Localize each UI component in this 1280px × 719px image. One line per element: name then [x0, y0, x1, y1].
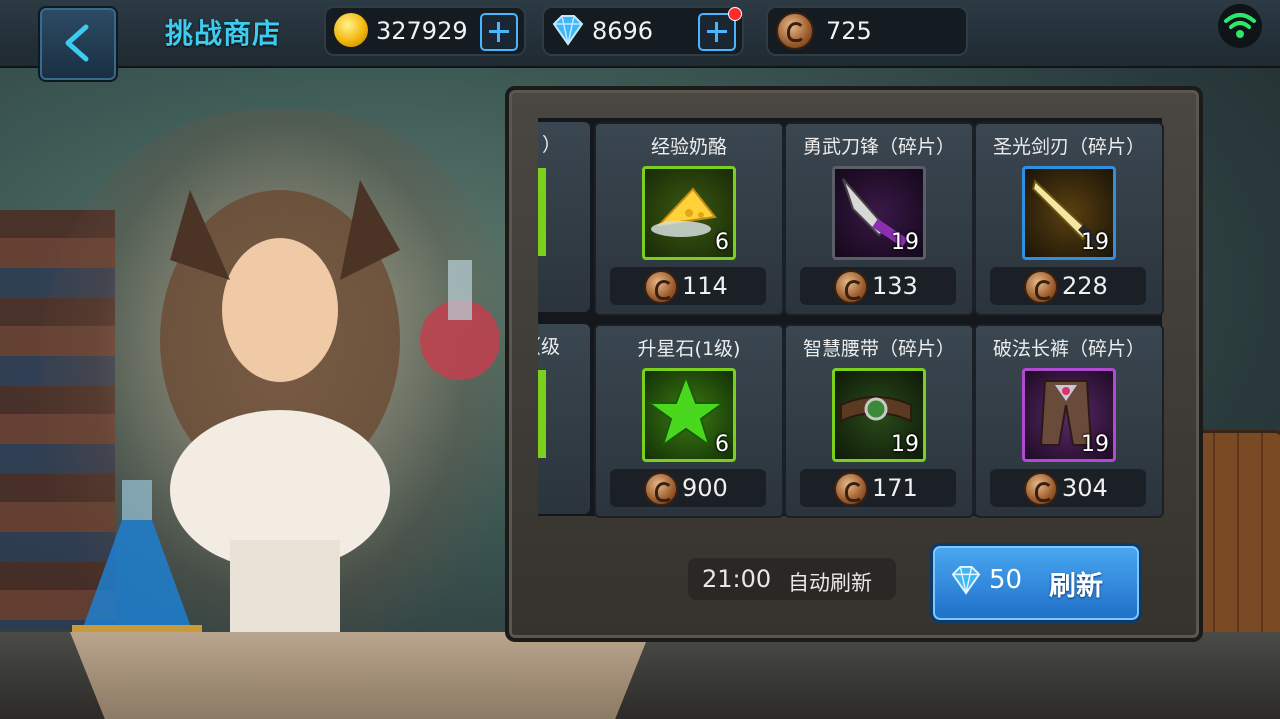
- item-quantity: 19: [891, 432, 919, 457]
- item-quantity: 19: [1081, 230, 1109, 255]
- price-tag: 304: [990, 469, 1146, 507]
- sword-blade-shard-icon: 19: [1022, 166, 1116, 260]
- partial-item-card[interactable]: ）: [538, 122, 590, 312]
- challenge-coin-icon: [1024, 270, 1058, 304]
- item-price: 171: [872, 474, 918, 502]
- challenge-coin-icon: [834, 472, 868, 506]
- item-name: 勇武刀锋（碎片）: [802, 136, 955, 158]
- challenge-coin-icon: [776, 12, 814, 50]
- partial-item-label: 级）: [538, 336, 560, 358]
- auto-refresh-timer: 21:00 自动刷新: [688, 558, 896, 600]
- item-name: 经验奶酪: [650, 136, 727, 158]
- item-price: 228: [1062, 272, 1108, 300]
- challenge-coin-counter: 725: [766, 6, 968, 56]
- auto-refresh-label: 自动刷新: [788, 571, 872, 595]
- price-tag: 228: [990, 267, 1146, 305]
- item-name: 圣光剑刃（碎片）: [992, 136, 1145, 158]
- gold-counter: 327929: [324, 6, 526, 56]
- blade-shard-icon: 19: [832, 166, 926, 260]
- shop-item-card[interactable]: 圣光剑刃（碎片） 19 228: [974, 122, 1164, 316]
- star-stone-icon: 6: [642, 368, 736, 462]
- item-price: 304: [1062, 474, 1108, 502]
- item-name: 升星石(1级): [637, 338, 741, 360]
- challenge-coin-amount: 725: [826, 17, 872, 45]
- partial-item-icon-edge: [538, 168, 546, 256]
- cloth-decoration: [70, 632, 650, 719]
- gold-amount: 327929: [376, 17, 468, 45]
- shop-item-card[interactable]: 智慧腰带（碎片） 19 171: [784, 324, 974, 518]
- diamond-icon: [951, 565, 981, 595]
- price-tag: 133: [800, 267, 956, 305]
- item-quantity: 19: [1081, 432, 1109, 457]
- belt-shard-icon: 19: [832, 368, 926, 462]
- price-tag: 114: [610, 267, 766, 305]
- partial-item-card[interactable]: 级）: [538, 324, 590, 514]
- refresh-cost: 50: [989, 565, 1023, 595]
- price-tag: 900: [610, 469, 766, 507]
- shop-item-card[interactable]: 经验奶酪 6 114: [594, 122, 784, 316]
- page-title: 挑战商店: [165, 17, 282, 50]
- diamond-counter: 8696: [542, 6, 744, 56]
- refresh-button[interactable]: 50 刷新: [930, 543, 1142, 623]
- shop-item-card[interactable]: 勇武刀锋（碎片） 19 133: [784, 122, 974, 316]
- refresh-button-label: 刷新: [1049, 571, 1103, 602]
- price-tag: 171: [800, 469, 956, 507]
- item-name: 智慧腰带（碎片）: [802, 338, 955, 360]
- diamond-amount: 8696: [592, 17, 654, 45]
- partial-item-icon-edge: [538, 370, 546, 458]
- challenge-coin-icon: [1024, 472, 1058, 506]
- item-quantity: 6: [715, 230, 729, 255]
- pants-shard-icon: 19: [1022, 368, 1116, 462]
- refresh-time: 21:00: [702, 565, 772, 593]
- back-arrow-icon: [65, 24, 89, 62]
- challenge-coin-icon: [644, 270, 678, 304]
- item-price: 133: [872, 272, 918, 300]
- partial-item-label: ）: [542, 134, 562, 156]
- potion-bottle-decoration: [72, 480, 202, 640]
- gold-coin-icon: [334, 13, 368, 47]
- add-gold-button[interactable]: [480, 13, 518, 51]
- diamond-icon: [552, 15, 584, 46]
- wifi-icon: [1218, 4, 1262, 48]
- item-quantity: 19: [891, 230, 919, 255]
- challenge-coin-icon: [834, 270, 868, 304]
- challenge-coin-icon: [644, 472, 678, 506]
- cheese-icon: 6: [642, 166, 736, 260]
- item-quantity: 6: [715, 432, 729, 457]
- item-price: 114: [682, 272, 728, 300]
- shop-item-card[interactable]: 破法长裤（碎片） 19 304: [974, 324, 1164, 518]
- shop-item-card[interactable]: 升星石(1级) 6 900: [594, 324, 784, 518]
- notification-dot: [728, 7, 742, 21]
- item-name: 破法长裤（碎片）: [992, 338, 1145, 360]
- item-price: 900: [682, 474, 728, 502]
- back-button[interactable]: [38, 6, 118, 82]
